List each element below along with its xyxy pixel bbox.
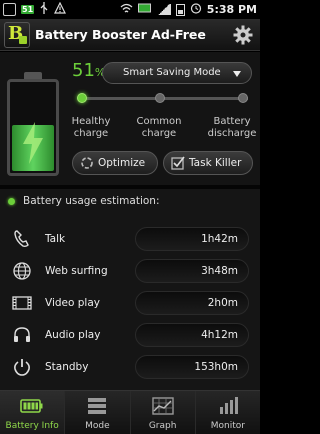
notification-icon: [3, 3, 16, 16]
mode-dropdown-value: Smart Saving Mode: [123, 67, 221, 78]
power-icon: [14, 359, 30, 376]
slider-label-healthy-line2: charge: [73, 128, 109, 139]
phone-icon: [14, 230, 29, 248]
tab-label: Battery Info: [5, 421, 59, 431]
monitor-icon: [219, 397, 238, 414]
usage-label: Talk: [45, 233, 66, 245]
usage-label: Standby: [45, 361, 89, 373]
usage-value: 153h0m: [194, 361, 238, 373]
charge-mode-slider[interactable]: [77, 93, 248, 103]
mode-dropdown[interactable]: Smart Saving Mode: [102, 62, 252, 84]
signal-icon: [156, 4, 171, 15]
usb-icon: [39, 2, 49, 17]
notification-badge: 51: [21, 5, 35, 14]
usage-value-field: 153h0m: [135, 355, 249, 379]
app-logo: B: [4, 22, 30, 48]
usage-header-text: Battery usage estimation:: [23, 195, 160, 207]
list-icon: [88, 398, 107, 414]
tab-monitor[interactable]: Monitor: [196, 391, 260, 434]
optimize-button[interactable]: Optimize: [72, 151, 158, 175]
usage-value-field: 1h42m: [135, 227, 249, 251]
slider-label-discharge: Battery discharge: [206, 116, 258, 140]
battery-body: [7, 79, 59, 176]
slider-label-common-line2: charge: [141, 128, 177, 139]
film-icon: [12, 296, 32, 310]
battery-percent: 51%: [72, 60, 105, 81]
charging-icon: [137, 3, 152, 16]
tab-label: Mode: [85, 421, 110, 431]
settings-button[interactable]: [232, 24, 254, 46]
gear-icon: [233, 25, 253, 45]
usage-value: 3h48m: [201, 265, 238, 277]
tab-battery-info[interactable]: Battery Info: [0, 391, 66, 434]
checkbox-icon: [171, 156, 185, 170]
battery-percent-value: 51: [72, 60, 95, 81]
app-title: Battery Booster Ad-Free: [35, 27, 206, 42]
slider-stop-common[interactable]: [155, 93, 165, 103]
usage-value-field: 4h12m: [135, 323, 249, 347]
lightning-icon: [23, 122, 43, 164]
status-bar: 51 5:38 PM: [0, 0, 260, 19]
app-logo-mark: [19, 36, 27, 44]
slider-label-common: Common charge: [136, 116, 182, 140]
wifi-icon: [120, 3, 133, 17]
slider-stop-healthy[interactable]: [77, 93, 87, 103]
usage-row-talk: Talk 1h42m: [0, 225, 260, 253]
optimize-label: Optimize: [98, 157, 146, 169]
tab-label: Graph: [148, 421, 177, 431]
usage-value: 1h42m: [201, 233, 238, 245]
tab-mode[interactable]: Mode: [65, 391, 131, 434]
usage-label: Video play: [45, 297, 100, 309]
clock: 5:38 PM: [206, 3, 257, 16]
battery-level-indicator: [7, 72, 59, 176]
slider-label-discharge-line1: Battery: [213, 116, 251, 127]
usage-value: 4h12m: [201, 329, 238, 341]
usage-row-audio: Audio play 4h12m: [0, 321, 260, 349]
title-bar: B Battery Booster Ad-Free: [0, 19, 260, 51]
usage-label: Web surfing: [45, 265, 108, 277]
globe-icon: [13, 262, 31, 280]
slider-label-healthy: Healthy charge: [70, 116, 112, 140]
usage-header: Battery usage estimation:: [8, 195, 160, 207]
headphones-icon: [14, 327, 30, 342]
chevron-down-icon: [233, 71, 241, 77]
bottom-nav: Battery Info Mode Graph Monitor: [0, 390, 260, 434]
slider-label-common-line1: Common: [136, 116, 182, 127]
bullet-icon: [8, 197, 15, 205]
usage-panel: Battery usage estimation: Talk 1h42m Web…: [0, 189, 260, 390]
tab-graph[interactable]: Graph: [131, 391, 196, 434]
usage-value-field: 3h48m: [135, 259, 249, 283]
warning-icon: [54, 1, 67, 17]
usage-row-standby: Standby 153h0m: [0, 353, 260, 381]
graph-icon: [151, 397, 174, 415]
slider-label-healthy-line1: Healthy: [71, 116, 111, 127]
usage-value: 2h0m: [207, 297, 238, 309]
task-killer-label: Task Killer: [189, 157, 242, 169]
optimize-icon: [81, 157, 93, 169]
battery-status-icon: [175, 3, 185, 16]
usage-label: Audio play: [45, 329, 101, 341]
usage-value-field: 2h0m: [135, 291, 249, 315]
slider-stop-discharge[interactable]: [238, 93, 248, 103]
slider-label-discharge-line2: discharge: [207, 128, 257, 139]
task-killer-button[interactable]: Task Killer: [163, 151, 253, 175]
alarm-icon: [190, 2, 202, 17]
usage-row-web: Web surfing 3h48m: [0, 257, 260, 285]
tab-label: Monitor: [210, 421, 245, 431]
usage-row-video: Video play 2h0m: [0, 289, 260, 317]
battery-icon: [20, 399, 43, 413]
